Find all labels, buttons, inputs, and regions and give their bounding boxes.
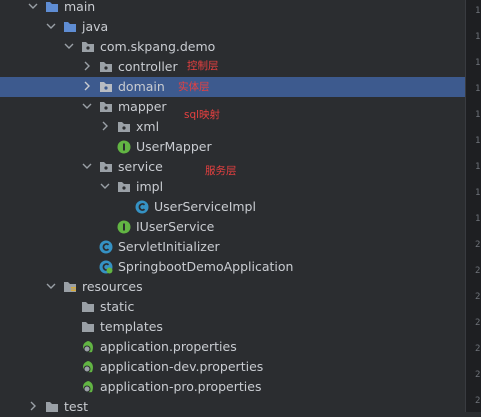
tree-item-mapper[interactable]: mapper <box>0 97 465 117</box>
package-icon <box>117 180 131 194</box>
tree-item-label: ServletInitializer <box>118 239 220 254</box>
tree-item-label: test <box>64 399 89 414</box>
chevron-down-icon[interactable] <box>46 17 58 37</box>
tree-item-main[interactable]: main <box>0 0 465 17</box>
annotation-mapper: sql映射 <box>184 109 221 121</box>
tree-item-label: controller <box>118 59 178 74</box>
tree-item-package[interactable]: com.skpang.demo <box>0 37 465 57</box>
package-icon <box>81 40 95 54</box>
package-icon <box>99 100 113 114</box>
annotation-controller: 控制层 <box>187 60 219 72</box>
tree-item-label: application-pro.properties <box>100 379 262 394</box>
spring-properties-icon <box>81 380 95 394</box>
chevron-down-icon[interactable] <box>100 177 112 197</box>
tree-item-domain[interactable]: domain <box>0 77 465 97</box>
spring-properties-icon <box>81 340 95 354</box>
folder-icon <box>81 300 95 314</box>
tree-item-label: UserServiceImpl <box>154 199 256 214</box>
tree-item-impl[interactable]: impl <box>0 177 465 197</box>
chevron-down-icon[interactable] <box>28 0 40 17</box>
tree-item-label: domain <box>118 79 165 94</box>
interface-icon <box>117 140 131 154</box>
tree-item-label: mapper <box>118 99 167 114</box>
tree-item-iuserservice[interactable]: IUserService <box>0 217 465 237</box>
package-icon <box>99 160 113 174</box>
tree-item-label: service <box>118 159 163 174</box>
chevron-right-icon[interactable] <box>82 77 94 97</box>
tree-item-label: impl <box>136 179 164 194</box>
tree-item-test[interactable]: test <box>0 397 465 417</box>
tree-item-application-properties[interactable]: application.properties <box>0 337 465 357</box>
tree-item-static[interactable]: static <box>0 297 465 317</box>
tree-item-label: templates <box>100 319 163 334</box>
interface-icon <box>117 220 131 234</box>
tree-item-label: static <box>100 299 135 314</box>
package-icon <box>99 60 113 74</box>
source-folder-icon <box>63 20 77 34</box>
tree-item-label: resources <box>82 279 143 294</box>
spring-properties-icon <box>81 360 95 374</box>
tree-item-servletinitializer[interactable]: ServletInitializer <box>0 237 465 257</box>
tree-item-label: main <box>64 0 96 14</box>
tree-item-java[interactable]: java <box>0 17 465 37</box>
chevron-down-icon[interactable] <box>46 277 58 297</box>
class-icon <box>135 200 149 214</box>
tree-item-label: IUserService <box>136 219 215 234</box>
project-tree: main java com.skpang.demo controller dom… <box>0 0 465 414</box>
chevron-down-icon[interactable] <box>82 157 94 177</box>
tree-item-label: application-dev.properties <box>100 359 264 374</box>
tree-item-label: SpringbootDemoApplication <box>118 259 294 274</box>
tree-item-label: UserMapper <box>136 139 212 154</box>
folder-icon <box>81 320 95 334</box>
tree-item-application-pro-properties[interactable]: application-pro.properties <box>0 377 465 397</box>
package-icon <box>99 80 113 94</box>
tree-item-label: application.properties <box>100 339 237 354</box>
folder-icon <box>45 0 59 14</box>
spring-boot-class-icon <box>99 260 113 274</box>
chevron-down-icon[interactable] <box>64 37 76 57</box>
chevron-right-icon[interactable] <box>28 397 40 417</box>
chevron-down-icon[interactable] <box>82 97 94 117</box>
annotation-service: 服务层 <box>205 165 237 177</box>
tree-item-userserviceimpl[interactable]: UserServiceImpl <box>0 197 465 217</box>
tree-item-controller[interactable]: controller <box>0 57 465 77</box>
tree-item-springbootdemoapplication[interactable]: SpringbootDemoApplication <box>0 257 465 277</box>
annotation-domain: 实体层 <box>178 81 210 93</box>
class-icon <box>99 240 113 254</box>
tree-item-templates[interactable]: templates <box>0 317 465 337</box>
package-icon <box>117 120 131 134</box>
tree-item-label: com.skpang.demo <box>100 39 216 54</box>
chevron-right-icon[interactable] <box>82 57 94 77</box>
tree-item-xml[interactable]: xml <box>0 117 465 137</box>
editor-gutter: 1 1 1 1 1 1 1 1 1 2 2 2 2 2 2 2 <box>465 0 481 412</box>
tree-item-label: java <box>82 19 109 34</box>
tree-item-resources[interactable]: resources <box>0 277 465 297</box>
chevron-right-icon[interactable] <box>100 117 112 137</box>
resources-folder-icon <box>63 280 77 294</box>
tree-item-usermapper[interactable]: UserMapper <box>0 137 465 157</box>
tree-item-label: xml <box>136 119 160 134</box>
tree-item-application-dev-properties[interactable]: application-dev.properties <box>0 357 465 377</box>
